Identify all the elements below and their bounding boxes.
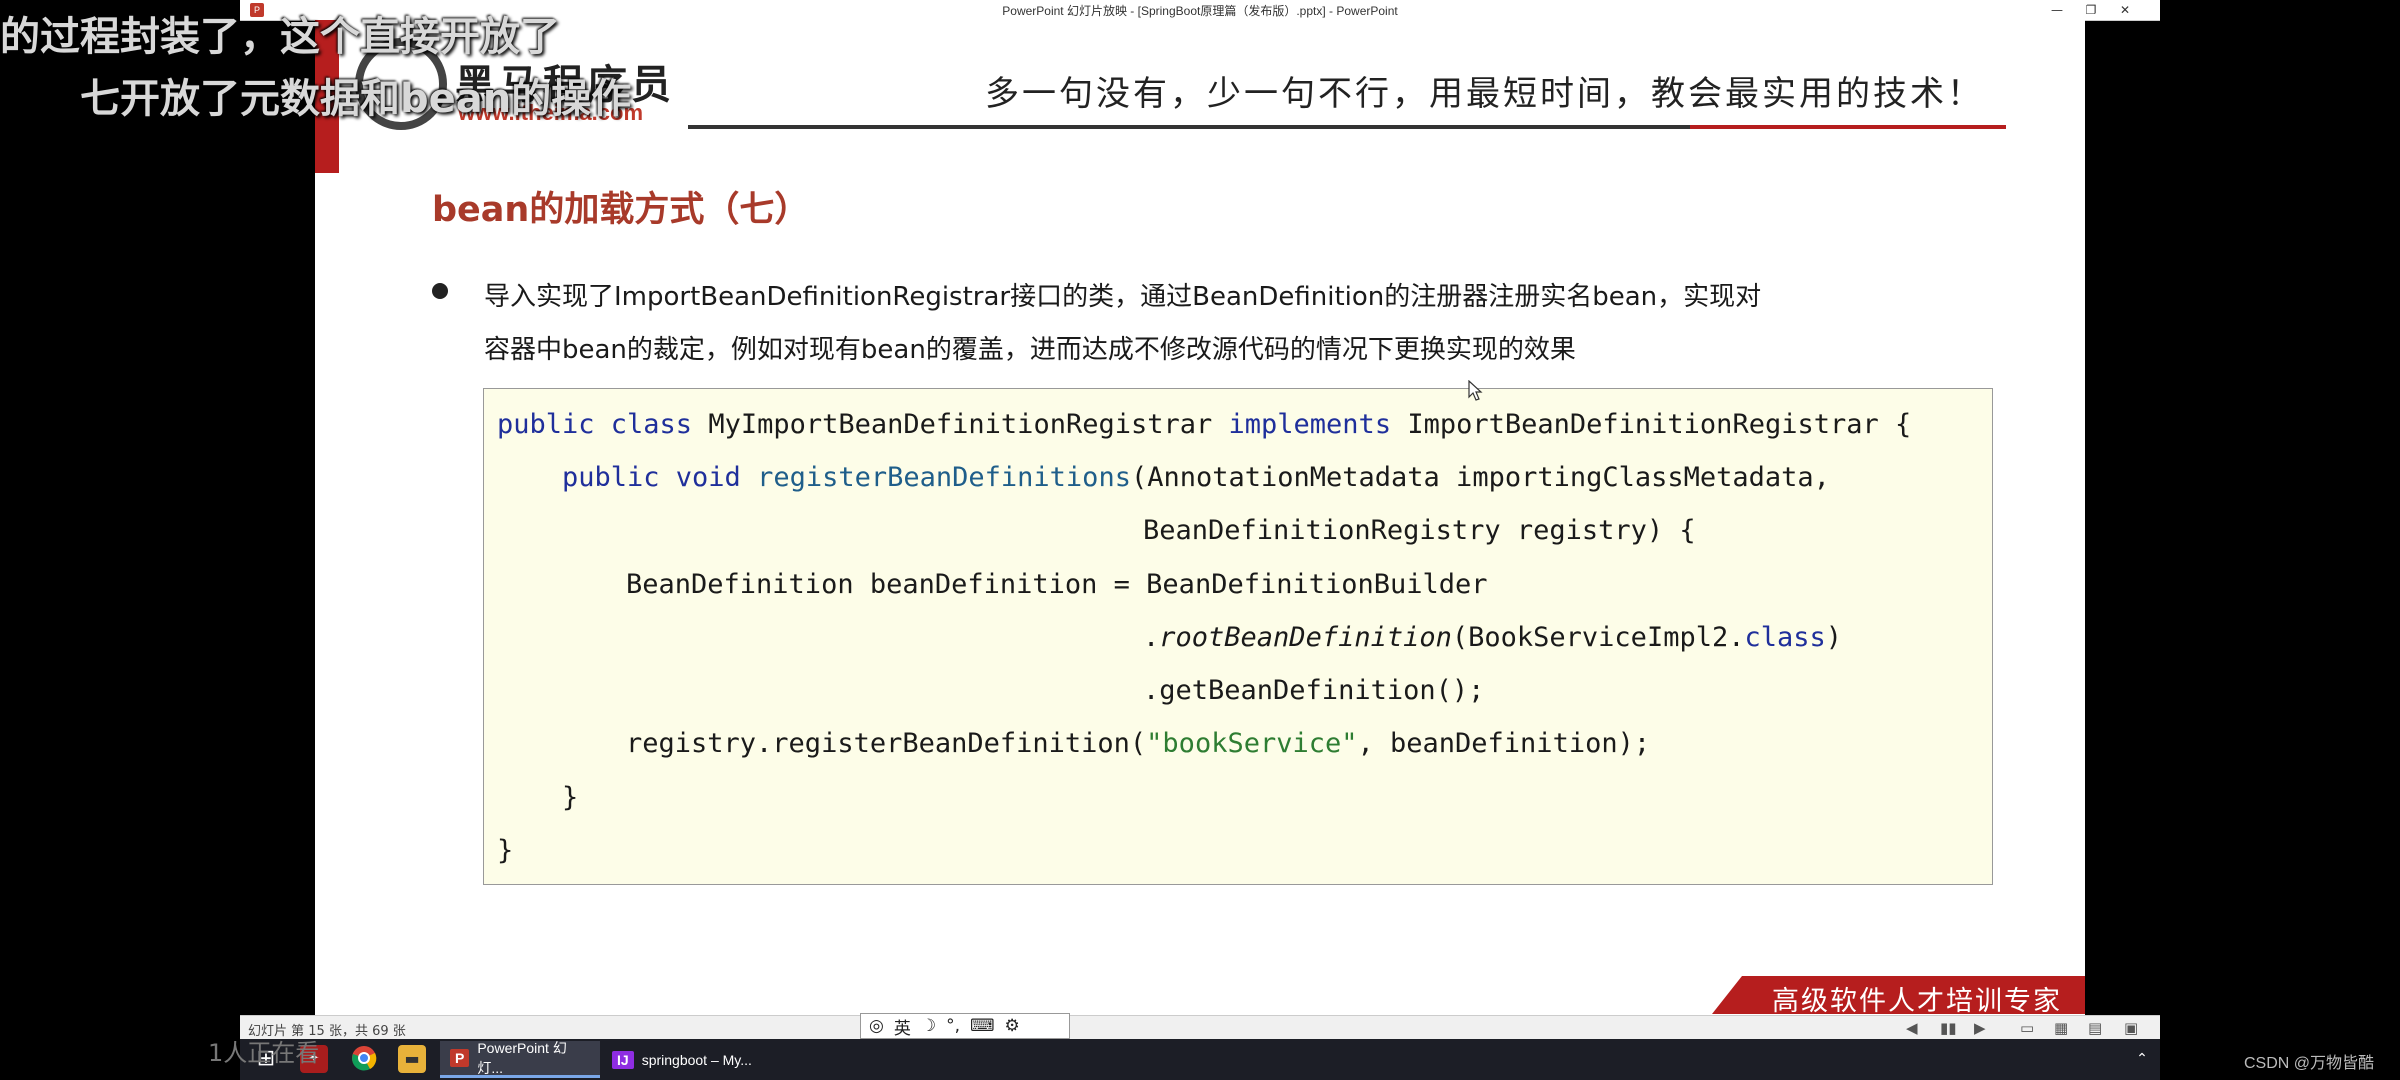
- ime-language-toggle[interactable]: 英: [894, 1014, 911, 1039]
- code-text: .: [1143, 622, 1160, 653]
- taskbar-intellij-task[interactable]: IJ springboot – My...: [602, 1041, 762, 1078]
- code-text: (BookServiceImpl2.: [1451, 622, 1745, 653]
- code-block: public class MyImportBeanDefinitionRegis…: [483, 388, 1993, 885]
- code-line-5: .rootBeanDefinition(BookServiceImpl2.cla…: [1143, 622, 1842, 653]
- video-subtitle-line-1: 的过程封装了，这个直接开放了: [0, 14, 560, 60]
- windows-taskbar: ⊞ ✦ ▬ P PowerPoint 幻灯... IJ springboot –…: [240, 1039, 2160, 1080]
- restore-button[interactable]: ❐: [2074, 0, 2108, 20]
- slide-title: bean的加载方式（七）: [432, 190, 810, 230]
- code-line-9: }: [497, 835, 514, 866]
- chevron-up-icon[interactable]: ⌃: [2128, 1045, 2156, 1073]
- viewer-count-overlay: 1人正在看: [208, 1039, 320, 1067]
- settings-gear-icon[interactable]: ⚙: [1005, 1016, 1020, 1036]
- task-label: PowerPoint 幻灯...: [477, 1040, 567, 1076]
- code-line-8: }: [562, 782, 579, 813]
- close-button[interactable]: ✕: [2108, 0, 2142, 20]
- chrome-icon[interactable]: [350, 1045, 378, 1073]
- code-line-2: public void registerBeanDefinitions(Anno…: [562, 462, 1830, 493]
- task-label: springboot – My...: [641, 1051, 752, 1068]
- video-subtitle-line-2: 七开放了元数据和bean的操作: [80, 76, 632, 122]
- code-line-3: BeanDefinitionRegistry registry) {: [1143, 515, 1696, 546]
- code-text: registry.registerBeanDefinition(: [626, 728, 1147, 759]
- punctuation-icon[interactable]: °,: [946, 1016, 960, 1036]
- reading-view-icon[interactable]: ▤: [2088, 1019, 2102, 1037]
- code-line-1: public class MyImportBeanDefinitionRegis…: [497, 409, 1911, 440]
- file-explorer-icon[interactable]: ▬: [398, 1045, 426, 1073]
- mouse-cursor-icon: [1468, 380, 1483, 401]
- bullet-icon: [432, 283, 448, 299]
- code-keyword: class: [1744, 622, 1826, 653]
- code-text: ImportBeanDefinitionRegistrar {: [1391, 409, 1912, 440]
- code-line-7: registry.registerBeanDefinition("bookSer…: [626, 728, 1650, 759]
- powerpoint-icon: P: [450, 1049, 470, 1067]
- code-text: (AnnotationMetadata importingClassMetada…: [1130, 462, 1830, 493]
- code-keyword: public void: [562, 462, 741, 493]
- csdn-watermark: CSDN @万物皆酷: [2244, 1055, 2375, 1072]
- header-divider-accent: [1690, 125, 2006, 129]
- half-width-moon-icon[interactable]: ☽: [921, 1016, 936, 1036]
- slideshow-status-bar: 幻灯片 第 15 张，共 69 张 ◀ ▮▮ ▶ ▭ ▦ ▤ ▣: [240, 1015, 2160, 1040]
- code-keyword: implements: [1228, 409, 1392, 440]
- bullet-text-line-2: 容器中bean的裁定，例如对现有bean的覆盖，进而达成不修改源代码的情况下更换…: [484, 335, 1576, 365]
- code-static-method: rootBeanDefinition: [1159, 622, 1452, 653]
- slide-slogan: 多一句没有，少一句不行，用最短时间，教会最实用的技术！: [985, 74, 1984, 114]
- normal-view-icon[interactable]: ▭: [2020, 1019, 2034, 1037]
- pause-icon[interactable]: ▮▮: [1940, 1019, 1957, 1037]
- taskbar-powerpoint-task[interactable]: P PowerPoint 幻灯...: [440, 1040, 600, 1078]
- minimize-button[interactable]: —: [2040, 0, 2074, 20]
- code-line-4: BeanDefinition beanDefinition = BeanDefi…: [626, 569, 1488, 600]
- code-string: "bookService": [1146, 728, 1358, 759]
- code-method-name: registerBeanDefinitions: [757, 462, 1131, 493]
- previous-slide-icon[interactable]: ◀: [1906, 1019, 1918, 1037]
- code-text: ): [1825, 622, 1843, 653]
- ime-logo-icon[interactable]: ◎: [869, 1016, 884, 1036]
- code-text: , beanDefinition);: [1357, 728, 1651, 759]
- bullet-text-line-1: 导入实现了ImportBeanDefinitionRegistrar接口的类，通…: [484, 282, 1762, 312]
- footer-tag: 高级软件人才培训专家: [1712, 976, 2085, 1014]
- ime-toolbar[interactable]: ◎ 英 ☽ °, ⌨ ⚙: [860, 1013, 1070, 1039]
- code-class-name: MyImportBeanDefinitionRegistrar: [692, 409, 1229, 440]
- keyboard-icon[interactable]: ⌨: [970, 1016, 995, 1036]
- next-slide-icon[interactable]: ▶: [1974, 1019, 1986, 1037]
- slideshow-view-icon[interactable]: ▣: [2124, 1019, 2138, 1037]
- intellij-icon: IJ: [612, 1050, 634, 1069]
- footer-tag-text: 高级软件人才培训专家: [1772, 986, 2062, 1017]
- code-line-6: .getBeanDefinition();: [1143, 675, 1485, 706]
- slide-sorter-icon[interactable]: ▦: [2054, 1019, 2068, 1037]
- code-keyword: public class: [497, 409, 693, 440]
